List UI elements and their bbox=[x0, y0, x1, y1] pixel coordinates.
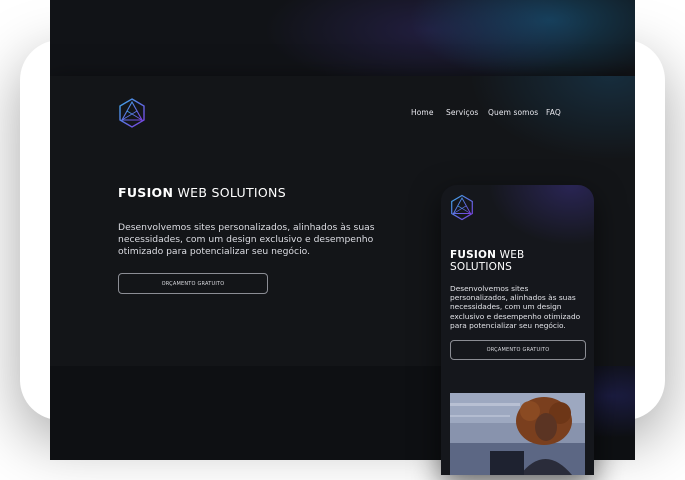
nav-quem-somos[interactable]: Quem somos bbox=[488, 108, 538, 117]
free-quote-button[interactable]: ORÇAMENTO GRATUITO bbox=[118, 273, 268, 294]
hero-title-rest: WEB SOLUTIONS bbox=[173, 185, 286, 200]
hero-description: Desenvolvemos sites personalizados, alin… bbox=[118, 222, 375, 257]
mobile-preview: FUSION WEB SOLUTIONS Desenvolvemos sites… bbox=[441, 185, 594, 475]
woman-with-curly-hair-photo bbox=[450, 393, 585, 475]
hero-title: FUSION WEB SOLUTIONS bbox=[118, 185, 286, 200]
hero-title-bold: FUSION bbox=[118, 185, 174, 200]
mobile-title-bold: FUSION bbox=[450, 249, 497, 261]
mobile-free-quote-button[interactable]: ORÇAMENTO GRATUITO bbox=[450, 340, 586, 360]
hexagon-triangle-logo-icon[interactable] bbox=[118, 98, 146, 128]
top-gradient-band bbox=[50, 0, 635, 80]
mobile-hero-title: FUSION WEB SOLUTIONS bbox=[450, 249, 590, 273]
nav-faq[interactable]: FAQ bbox=[546, 108, 561, 117]
nav-servicos[interactable]: Serviços bbox=[446, 108, 478, 117]
mobile-hero-description: Desenvolvemos sites personalizados, alin… bbox=[450, 284, 581, 330]
mobile-hexagon-logo-icon[interactable] bbox=[450, 194, 474, 221]
nav-home[interactable]: Home bbox=[411, 108, 434, 117]
